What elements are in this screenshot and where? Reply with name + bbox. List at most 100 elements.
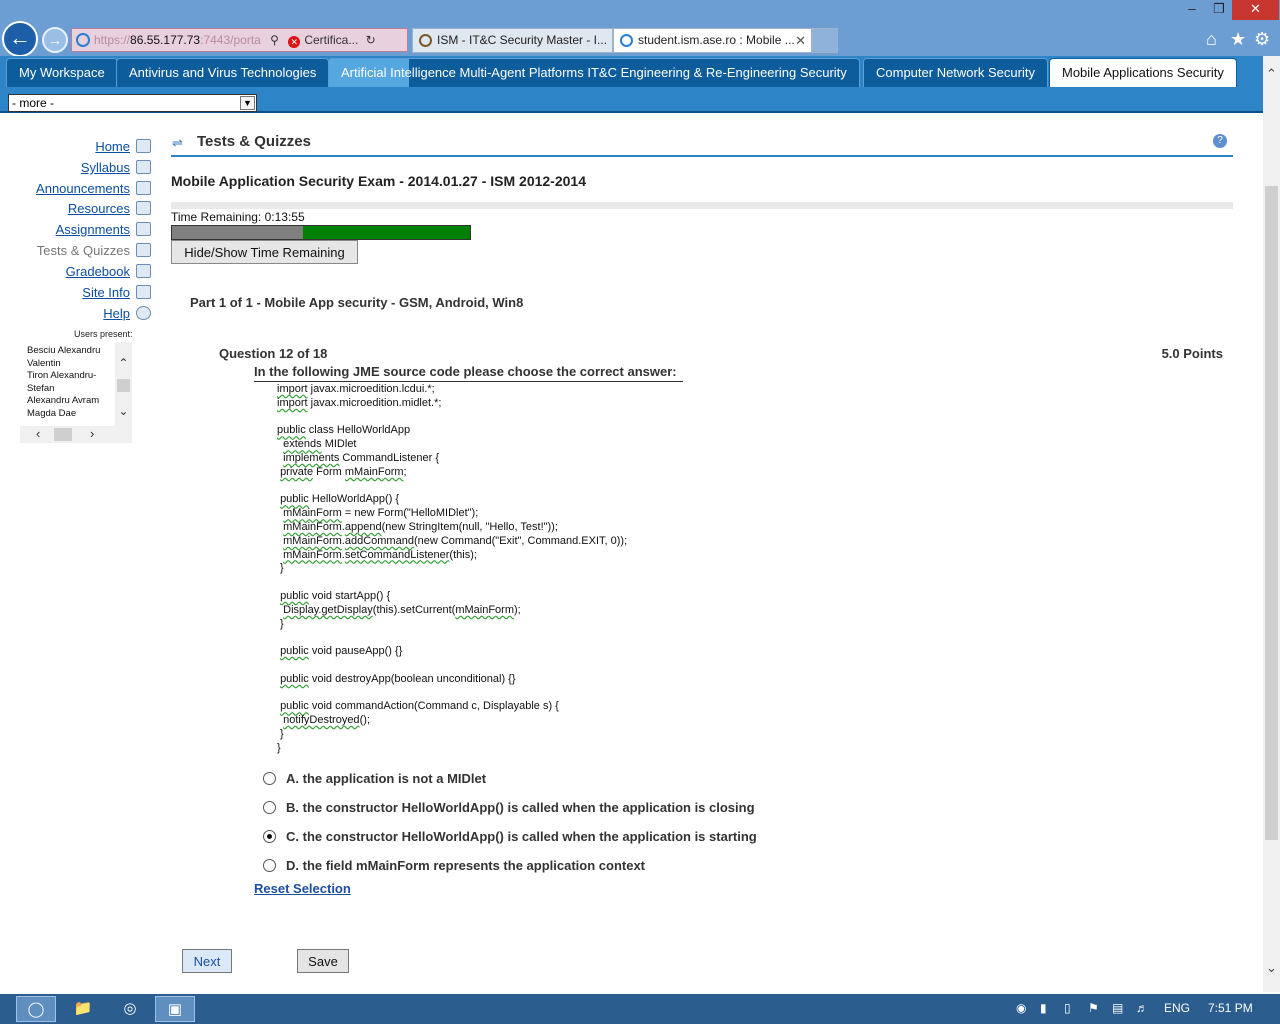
tray-volume-icon[interactable]: ♬: [1136, 1001, 1148, 1015]
scroll-down-icon[interactable]: ⌄: [115, 404, 132, 418]
menu-item-site-info[interactable]: Site Info: [82, 285, 130, 300]
menu-item-resources[interactable]: Resources: [68, 201, 130, 216]
new-tab-button[interactable]: [812, 28, 838, 53]
site-tab-antivirus[interactable]: Antivirus and Virus Technologies: [116, 58, 330, 87]
assignments-icon: [136, 222, 151, 236]
scroll-thumb[interactable]: [117, 379, 130, 392]
file-explorer-icon[interactable]: 📁: [63, 996, 103, 1022]
tool-help-icon[interactable]: ?: [1213, 134, 1227, 148]
scroll-left-icon[interactable]: ‹: [36, 426, 40, 442]
scroll-up-icon[interactable]: ⌃: [115, 356, 132, 370]
user-entry: Alexandru Avram: [27, 395, 100, 406]
site-tab-mobile-security[interactable]: Mobile Applications Security: [1049, 58, 1237, 87]
answer-d-label[interactable]: D. the field mMainForm represents the ap…: [286, 858, 645, 873]
answer-b-radio[interactable]: [263, 801, 276, 814]
site-tab-artificial-intelligence[interactable]: Artificial Intelligence Multi-Agent Plat…: [328, 58, 860, 87]
scroll-up-icon[interactable]: ⌃: [1263, 66, 1280, 82]
hide-show-time-button[interactable]: Hide/Show Time Remaining: [171, 240, 358, 264]
answer-a-label[interactable]: A. the application is not a MIDlet: [286, 771, 486, 786]
scroll-thumb[interactable]: [1265, 186, 1278, 840]
page-scrollbar[interactable]: ⌃ ⌄: [1263, 56, 1280, 992]
code-line: public void commandAction(Command c, Dis…: [280, 700, 559, 713]
minimize-icon[interactable]: ‒: [1178, 0, 1206, 20]
pencil-icon: [136, 243, 151, 257]
next-button[interactable]: Next: [182, 949, 232, 973]
scroll-down-icon[interactable]: ⌄: [1263, 960, 1280, 976]
tray-flag-icon[interactable]: ⚑: [1088, 1001, 1099, 1015]
certificate-label[interactable]: Certifica...: [304, 33, 358, 47]
ism-favicon-icon: [419, 34, 432, 47]
browser-tab-student[interactable]: student.ism.ase.ro : Mobile ... ✕: [613, 28, 812, 53]
code-line: public class HelloWorldApp: [277, 424, 411, 437]
reset-tool-icon[interactable]: ⇌: [172, 135, 183, 151]
menu-item-home[interactable]: Home: [95, 139, 130, 154]
chrome-icon[interactable]: ◎: [110, 996, 150, 1022]
site-tab-my-workspace[interactable]: My Workspace: [6, 58, 118, 87]
code-line: public void startApp() {: [280, 589, 391, 602]
favorites-icon[interactable]: ★: [1230, 29, 1246, 49]
tray-device-icon[interactable]: ▯: [1064, 1001, 1071, 1015]
question-text: In the following JME source code please …: [254, 364, 683, 382]
timer-band: [171, 202, 1233, 209]
answer-d-radio[interactable]: [263, 859, 276, 872]
menu-item-syllabus[interactable]: Syllabus: [81, 160, 130, 175]
users-vertical-scrollbar[interactable]: ⌃ ⌄: [115, 342, 132, 428]
internet-explorer-icon[interactable]: ◯: [16, 996, 56, 1022]
tray-monitor-icon[interactable]: ▤: [1112, 1001, 1123, 1015]
ie-favicon-icon: [620, 34, 633, 47]
code-line: import javax.microedition.lcdui.*;: [277, 383, 435, 395]
menu-item-gradebook[interactable]: Gradebook: [66, 264, 130, 279]
menu-item-announcements[interactable]: Announcements: [36, 181, 130, 196]
address-rest: :7443/porta: [200, 33, 261, 47]
settings-icon[interactable]: ⚙: [1254, 29, 1270, 49]
tray-language[interactable]: ENG: [1164, 1001, 1190, 1015]
tray-network-icon[interactable]: ◉: [1016, 1001, 1026, 1015]
forward-arrow-icon[interactable]: →: [42, 27, 68, 53]
home-icon[interactable]: ⌂: [1206, 29, 1217, 49]
users-horizontal-scrollbar[interactable]: ‹ ›: [20, 426, 132, 443]
save-button[interactable]: Save: [297, 949, 349, 973]
code-line: public void pauseApp() {}: [280, 645, 403, 658]
address-bar[interactable]: https://86.55.177.73:7443/porta ⚲ ✕ Certi…: [71, 28, 408, 52]
menu-item-help[interactable]: Help: [103, 306, 130, 321]
gradebook-icon: [136, 264, 151, 278]
users-present-label: Users present:: [74, 329, 133, 339]
question-points: 5.0 Points: [1161, 346, 1223, 361]
browser-tab-ism[interactable]: ISM - IT&C Security Master - I...: [412, 28, 613, 53]
menu-item-assignments[interactable]: Assignments: [56, 222, 130, 237]
certificate-error-icon[interactable]: ✕: [288, 36, 301, 48]
more-sites-select[interactable]: - more - ▼: [8, 94, 257, 112]
close-window-icon[interactable]: ✕: [1232, 0, 1279, 20]
browser-tab-label: student.ism.ase.ro : Mobile ...: [638, 33, 795, 47]
time-remaining: Time Remaining: 0:13:55: [171, 210, 305, 224]
user-entry: Tiron Alexandru-Stefan: [27, 370, 97, 394]
site-tab-network-security[interactable]: Computer Network Security: [863, 58, 1048, 87]
answer-a-radio[interactable]: [263, 772, 276, 785]
more-sites-value: - more -: [12, 96, 54, 110]
search-icon[interactable]: ⚲: [270, 33, 279, 47]
restore-icon[interactable]: ❐: [1206, 0, 1232, 20]
tray-battery-icon[interactable]: ▮: [1040, 1001, 1047, 1015]
scroll-thumb[interactable]: [54, 428, 72, 441]
back-arrow-icon[interactable]: ←: [2, 21, 38, 57]
reset-selection-link[interactable]: Reset Selection: [254, 881, 351, 896]
chevron-down-icon[interactable]: ▼: [240, 96, 255, 110]
answer-c-radio[interactable]: [263, 830, 276, 843]
time-remaining-value: 0:13:55: [264, 210, 305, 224]
scroll-right-icon[interactable]: ›: [90, 426, 94, 442]
answer-c-label[interactable]: C. the constructor HelloWorldApp() is ca…: [286, 829, 757, 844]
close-tab-icon[interactable]: ✕: [795, 29, 806, 52]
tray-clock[interactable]: 7:51 PM: [1208, 1001, 1253, 1015]
refresh-icon[interactable]: ↻: [366, 33, 376, 47]
remote-desktop-icon[interactable]: ▣: [155, 996, 195, 1022]
answer-b-label[interactable]: B. the constructor HelloWorldApp() is ca…: [286, 800, 755, 815]
site-info-icon: [136, 285, 151, 299]
folder-icon: [136, 201, 151, 215]
code-line: mMainForm.setCommandListener(this);: [283, 548, 477, 561]
